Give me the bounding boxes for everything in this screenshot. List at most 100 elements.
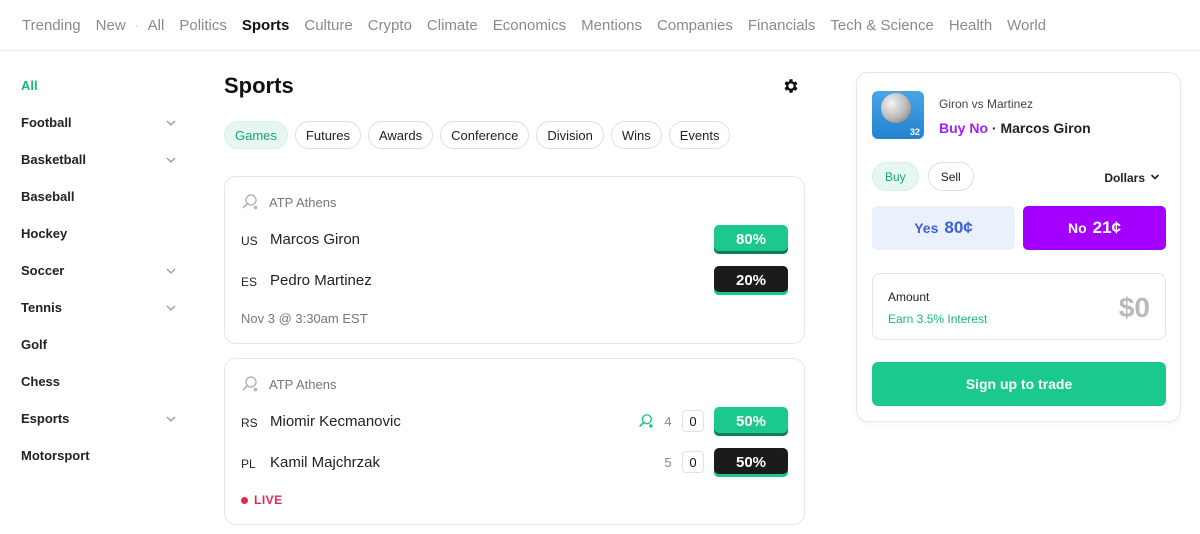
amount-label: Amount: [888, 290, 930, 304]
sidebar-item-esports[interactable]: Esports: [21, 400, 176, 437]
amount-input[interactable]: Amount Earn 3.5% Interest $0: [872, 273, 1166, 340]
sidebar-item-tennis[interactable]: Tennis: [21, 289, 176, 326]
nav-item-economics[interactable]: Economics: [493, 17, 566, 34]
nav-item-companies[interactable]: Companies: [657, 17, 733, 34]
amount-value: $0: [1118, 292, 1150, 323]
player-name[interactable]: Marcos Giron: [270, 231, 714, 248]
filter-events[interactable]: Events: [668, 121, 731, 149]
filter-awards[interactable]: Awards: [367, 121, 434, 149]
game-row: RS Miomir Kecmanovic 4 0 50%: [241, 406, 788, 436]
nav-item-culture[interactable]: Culture: [304, 17, 352, 34]
nav-item-new[interactable]: New: [96, 17, 126, 34]
nav-item-world[interactable]: World: [1007, 17, 1046, 34]
nav-item-tech-science[interactable]: Tech & Science: [830, 17, 933, 34]
odds-button[interactable]: 50%: [714, 406, 788, 436]
sidebar-item-golf[interactable]: Golf: [21, 326, 176, 363]
no-label: No: [1067, 220, 1087, 236]
match-thumbnail: 32: [872, 91, 924, 139]
sidebar-item-motorsport[interactable]: Motorsport: [21, 437, 176, 474]
tennis-racket-icon: [241, 375, 259, 393]
nav-item-climate[interactable]: Climate: [427, 17, 478, 34]
nav-separator: ·: [134, 18, 139, 32]
sidebar-item-label: Motorsport: [21, 448, 90, 463]
selected-outcome: Buy No · Marcos Giron: [939, 120, 1091, 136]
currency-label: Dollars: [1104, 171, 1145, 185]
chevron-down-icon[interactable]: [166, 118, 176, 128]
odds-button[interactable]: 80%: [714, 224, 788, 254]
filter-conference[interactable]: Conference: [440, 121, 530, 149]
yes-label: Yes: [914, 220, 939, 236]
match-title: Giron vs Martinez: [939, 97, 1034, 111]
sidebar-item-label: Tennis: [21, 300, 62, 315]
game-row: PL Kamil Majchrzak 5 0 50%: [241, 447, 788, 477]
chevron-down-icon[interactable]: [166, 414, 176, 424]
sidebar-item-label: All: [21, 78, 38, 93]
live-status: LIVE: [241, 493, 283, 507]
games-won: 5: [664, 454, 672, 470]
serving-racket-icon: [638, 413, 654, 429]
odds-button[interactable]: 20%: [714, 265, 788, 295]
yes-button[interactable]: Yes 80¢: [872, 206, 1015, 250]
selection-separator: ·: [988, 120, 1001, 136]
filter-wins[interactable]: Wins: [610, 121, 662, 149]
sidebar-item-chess[interactable]: Chess: [21, 363, 176, 400]
nav-item-trending[interactable]: Trending: [22, 17, 81, 34]
tab-buy[interactable]: Buy: [872, 162, 919, 191]
live-score: 4 0: [660, 410, 704, 432]
game-start-time: Nov 3 @ 3:30am EST: [241, 311, 368, 326]
sidebar-item-soccer[interactable]: Soccer: [21, 252, 176, 289]
market-filter-tabs: Games Futures Awards Conference Division…: [224, 121, 806, 149]
nav-item-sports[interactable]: Sports: [242, 17, 290, 34]
live-score: 5 0: [660, 451, 704, 473]
sidebar-item-football[interactable]: Football: [21, 104, 176, 141]
player-name[interactable]: Kamil Majchrzak: [270, 454, 660, 471]
nav-item-politics[interactable]: Politics: [179, 17, 227, 34]
no-button[interactable]: No 21¢: [1023, 206, 1166, 250]
filter-division[interactable]: Division: [536, 121, 604, 149]
games-won: 4: [664, 413, 672, 429]
odds-button[interactable]: 50%: [714, 447, 788, 477]
filter-futures[interactable]: Futures: [294, 121, 361, 149]
nav-item-crypto[interactable]: Crypto: [368, 17, 412, 34]
tab-sell[interactable]: Sell: [927, 162, 974, 191]
thumb-number: 32: [909, 127, 920, 137]
selection-side: Buy No: [939, 120, 988, 136]
sidebar-item-label: Golf: [21, 337, 47, 352]
chevron-down-icon[interactable]: [166, 155, 176, 165]
game-card[interactable]: ATP Athens RS Miomir Kecmanovic 4 0 50% …: [224, 358, 805, 525]
game-row: ES Pedro Martinez 20%: [241, 265, 788, 295]
sidebar-item-label: Basketball: [21, 152, 87, 167]
chevron-down-icon[interactable]: [166, 303, 176, 313]
sidebar-item-label: Hockey: [21, 226, 68, 241]
selection-player: Marcos Giron: [1000, 120, 1091, 136]
nav-item-financials[interactable]: Financials: [748, 17, 816, 34]
nav-item-mentions[interactable]: Mentions: [581, 17, 642, 34]
sidebar-item-basketball[interactable]: Basketball: [21, 141, 176, 178]
main-content: Sports Games Futures Awards Conference D…: [224, 62, 806, 525]
sidebar-item-baseball[interactable]: Baseball: [21, 178, 176, 215]
interest-link[interactable]: Earn 3.5% Interest: [888, 312, 987, 326]
country-code: ES: [241, 275, 258, 289]
nav-item-all[interactable]: All: [148, 17, 165, 34]
game-card[interactable]: ATP Athens US Marcos Giron 80% ES Pedro …: [224, 176, 805, 344]
sign-up-button[interactable]: Sign up to trade: [872, 362, 1166, 406]
sidebar-item-label: Soccer: [21, 263, 65, 278]
nav-item-health[interactable]: Health: [949, 17, 992, 34]
category-nav: Trending New · All Politics Sports Cultu…: [0, 0, 1200, 51]
country-code: RS: [241, 416, 258, 430]
chevron-down-icon: [1150, 171, 1160, 185]
filter-games[interactable]: Games: [224, 121, 288, 149]
player-name[interactable]: Miomir Kecmanovic: [270, 413, 638, 430]
ball-image: [881, 93, 911, 123]
sidebar-item-label: Baseball: [21, 189, 75, 204]
sidebar-item-hockey[interactable]: Hockey: [21, 215, 176, 252]
gear-icon[interactable]: [782, 77, 800, 95]
game-row: US Marcos Giron 80%: [241, 224, 788, 254]
currency-select[interactable]: Dollars: [1104, 171, 1160, 185]
player-name[interactable]: Pedro Martinez: [270, 272, 714, 289]
tennis-racket-icon: [241, 193, 259, 211]
country-code: PL: [241, 457, 256, 471]
chevron-down-icon[interactable]: [166, 266, 176, 276]
sidebar-item-all[interactable]: All: [21, 67, 176, 104]
buy-sell-tabs: Buy Sell: [872, 162, 974, 191]
